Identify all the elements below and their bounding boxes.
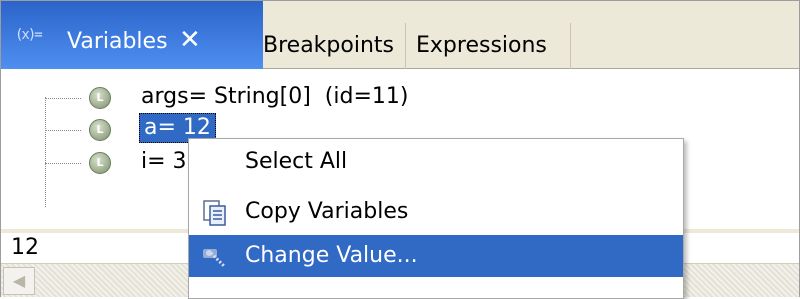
variables-view-icon: (x)= [15, 27, 43, 43]
menu-item-label: Change Value... [245, 243, 418, 268]
tree-connector [45, 98, 81, 99]
tab-strip: (x)= Variables ✕ Breakpoints Expressions [1, 1, 799, 69]
variable-label: i= 3 [141, 149, 187, 174]
menu-item-change-value[interactable]: Change Value... [189, 235, 683, 277]
context-menu: Select All Copy Variables Change Value..… [188, 138, 684, 299]
menu-item-label: Select All [245, 149, 348, 174]
copy-variables-icon [203, 200, 226, 226]
tab-expressions[interactable]: Expressions [405, 23, 571, 69]
menu-item-select-all[interactable]: Select All [189, 141, 683, 183]
tree-row[interactable]: L args= String[0] (id=11) [1, 81, 601, 117]
tab-breakpoints[interactable]: Breakpoints [259, 23, 409, 69]
variable-icon: L [89, 87, 111, 109]
variable-icon: L [89, 152, 111, 174]
close-icon[interactable]: ✕ [179, 25, 201, 55]
menu-item-label: Copy Variables [245, 199, 409, 224]
tree-connector [45, 163, 81, 164]
menu-item-copy-variables[interactable]: Copy Variables [189, 191, 683, 233]
tab-variables-label: Variables [67, 29, 168, 54]
variable-icon: L [89, 119, 111, 141]
change-value-icon [203, 249, 227, 269]
scroll-left-icon[interactable]: ◀ [3, 267, 35, 295]
detail-value-text: 12 [11, 235, 39, 260]
variable-label: args= String[0] (id=11) [141, 84, 409, 109]
tree-connector [45, 130, 81, 131]
tab-variables[interactable]: (x)= Variables ✕ [1, 1, 263, 69]
